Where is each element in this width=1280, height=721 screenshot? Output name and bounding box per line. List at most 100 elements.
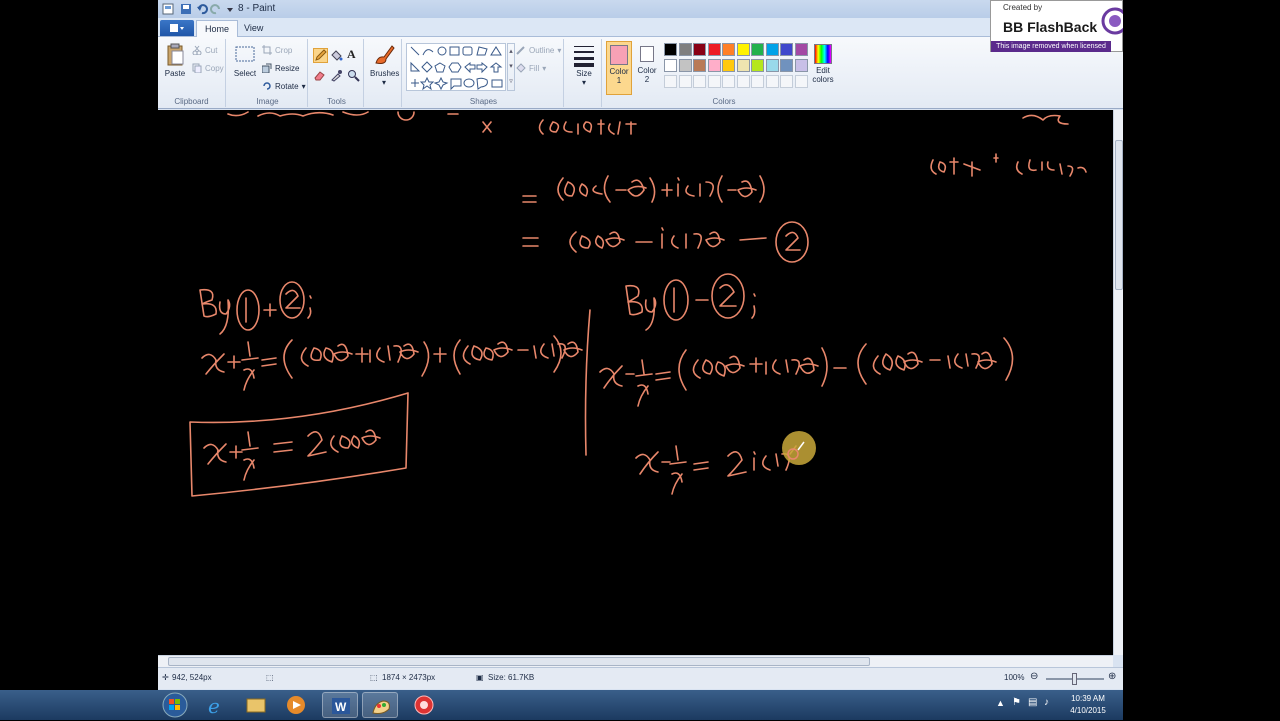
- media-player-icon: [287, 696, 305, 714]
- undo-icon[interactable]: [196, 3, 208, 15]
- palette-swatch[interactable]: [722, 43, 735, 56]
- paint-taskbar[interactable]: [362, 692, 398, 718]
- select-button[interactable]: Select: [232, 43, 258, 78]
- network-icon[interactable]: ▤: [1028, 697, 1037, 708]
- custom-color-slot[interactable]: [664, 75, 677, 88]
- handwriting-drawing: [189, 111, 1087, 497]
- paint-icon: [372, 700, 390, 714]
- custom-color-slot[interactable]: [751, 75, 764, 88]
- zoom-slider[interactable]: [1046, 673, 1104, 685]
- word-taskbar[interactable]: W: [322, 692, 358, 718]
- palette-swatch[interactable]: [736, 59, 750, 72]
- pencil-tool[interactable]: [313, 48, 328, 63]
- palette-swatch[interactable]: [693, 43, 706, 56]
- eyedropper-icon: [331, 70, 342, 82]
- fill-button[interactable]: Fill ▾: [516, 63, 546, 73]
- copy-button[interactable]: Copy: [192, 63, 224, 74]
- cut-button[interactable]: Cut: [192, 45, 217, 56]
- ribbon: Paste Cut Copy Clipboard Select Crop Res…: [158, 37, 1123, 109]
- palette-swatch[interactable]: [765, 59, 779, 72]
- rotate-button[interactable]: Rotate ▾: [262, 81, 306, 91]
- custom-color-slot[interactable]: [736, 75, 750, 88]
- palette-swatch[interactable]: [693, 59, 706, 72]
- horizontal-scroll-thumb[interactable]: [168, 657, 870, 666]
- save-icon[interactable]: [180, 3, 192, 15]
- size-dropdown-icon: ▾: [581, 78, 586, 87]
- edit-colors-button[interactable]: Edit colors: [806, 41, 840, 84]
- taskbar: e W ▲ ⚑ ▤ ♪ 10:39 AM 4/10/2015: [0, 690, 1123, 720]
- internet-explorer-taskbar[interactable]: e: [198, 692, 234, 718]
- custom-color-slot[interactable]: [707, 75, 721, 88]
- show-hidden-icons[interactable]: ▲: [996, 698, 1005, 708]
- custom-color-slot[interactable]: [722, 75, 735, 88]
- line-size-icon: [572, 43, 596, 67]
- palette-swatch[interactable]: [722, 59, 735, 72]
- flashback-taskbar[interactable]: [406, 692, 442, 718]
- fill-tool[interactable]: [330, 49, 343, 64]
- rotate-dropdown-icon: ▾: [301, 81, 306, 91]
- ribbon-tabs: Home View: [158, 18, 1123, 37]
- palette-swatch[interactable]: [780, 43, 793, 56]
- zoom-in-button[interactable]: ⊕: [1108, 671, 1116, 682]
- magnifier-tool[interactable]: [347, 69, 360, 84]
- palette-swatch[interactable]: [751, 59, 764, 72]
- paste-button[interactable]: Paste: [162, 43, 188, 78]
- resize-button[interactable]: Resize: [261, 63, 299, 74]
- tab-home[interactable]: Home: [196, 20, 239, 37]
- palette-swatch[interactable]: [780, 59, 793, 72]
- explorer-taskbar[interactable]: [238, 692, 274, 718]
- horizontal-scrollbar[interactable]: [158, 655, 1113, 667]
- brush-icon: [372, 43, 396, 67]
- folder-icon: [246, 698, 266, 713]
- custom-color-slot[interactable]: [780, 75, 793, 88]
- resize-icon: [261, 63, 272, 74]
- volume-icon[interactable]: ♪: [1044, 697, 1049, 708]
- brushes-button[interactable]: Brushes ▾: [370, 43, 399, 87]
- palette-swatch[interactable]: [664, 59, 677, 72]
- palette-swatch[interactable]: [751, 43, 764, 56]
- tab-view[interactable]: View: [236, 20, 271, 37]
- custom-color-slot[interactable]: [693, 75, 706, 88]
- palette-swatch[interactable]: [678, 59, 692, 72]
- size-group: Size ▾: [566, 39, 602, 107]
- custom-color-slot[interactable]: [765, 75, 779, 88]
- canvas-dimensions: 1874 × 2473px: [382, 673, 436, 682]
- start-button[interactable]: [160, 692, 190, 718]
- outline-button[interactable]: Outline ▾: [516, 45, 561, 55]
- color-picker-tool[interactable]: [330, 69, 343, 84]
- bucket-icon: [331, 50, 343, 61]
- zoom-out-button[interactable]: ⊖: [1030, 671, 1038, 682]
- select-icon: [233, 43, 257, 67]
- crop-button[interactable]: Crop: [262, 45, 292, 55]
- color2-button[interactable]: Color 2: [634, 41, 660, 95]
- color1-button[interactable]: Color 1: [606, 41, 632, 95]
- shapes-gallery[interactable]: [406, 43, 506, 91]
- redo-icon[interactable]: [210, 3, 222, 15]
- selection-size-icon: ⬚: [266, 673, 274, 682]
- file-menu-button[interactable]: [160, 20, 194, 36]
- taskbar-clock[interactable]: 10:39 AM 4/10/2015: [1062, 693, 1114, 717]
- app-menu-icon[interactable]: [162, 3, 174, 15]
- zoom-slider-thumb[interactable]: [1072, 673, 1077, 685]
- customize-qa-icon[interactable]: [224, 3, 236, 15]
- size-button[interactable]: Size ▾: [570, 43, 598, 87]
- image-group: Select Crop Resize Rotate ▾ Image: [228, 39, 308, 107]
- drawing-canvas[interactable]: [158, 110, 1113, 655]
- media-player-taskbar[interactable]: [278, 692, 314, 718]
- palette-swatch[interactable]: [707, 43, 721, 56]
- custom-color-slot[interactable]: [678, 75, 692, 88]
- palette-swatch[interactable]: [736, 43, 750, 56]
- fill-bucket-icon: [516, 63, 526, 73]
- vertical-scroll-thumb[interactable]: [1115, 140, 1123, 290]
- palette-swatch[interactable]: [765, 43, 779, 56]
- flashback-recorder-icon: [414, 695, 434, 715]
- eraser-tool[interactable]: [313, 69, 326, 84]
- palette-swatch[interactable]: [678, 43, 692, 56]
- text-tool[interactable]: A: [347, 47, 356, 62]
- palette-swatch[interactable]: [707, 59, 721, 72]
- palette-swatch[interactable]: [664, 43, 677, 56]
- windows-logo-icon: [162, 692, 188, 718]
- shapes-scroll[interactable]: ▴ ▾ ▿: [507, 43, 515, 91]
- flag-icon[interactable]: ⚑: [1012, 697, 1021, 708]
- vertical-scrollbar[interactable]: [1113, 110, 1123, 655]
